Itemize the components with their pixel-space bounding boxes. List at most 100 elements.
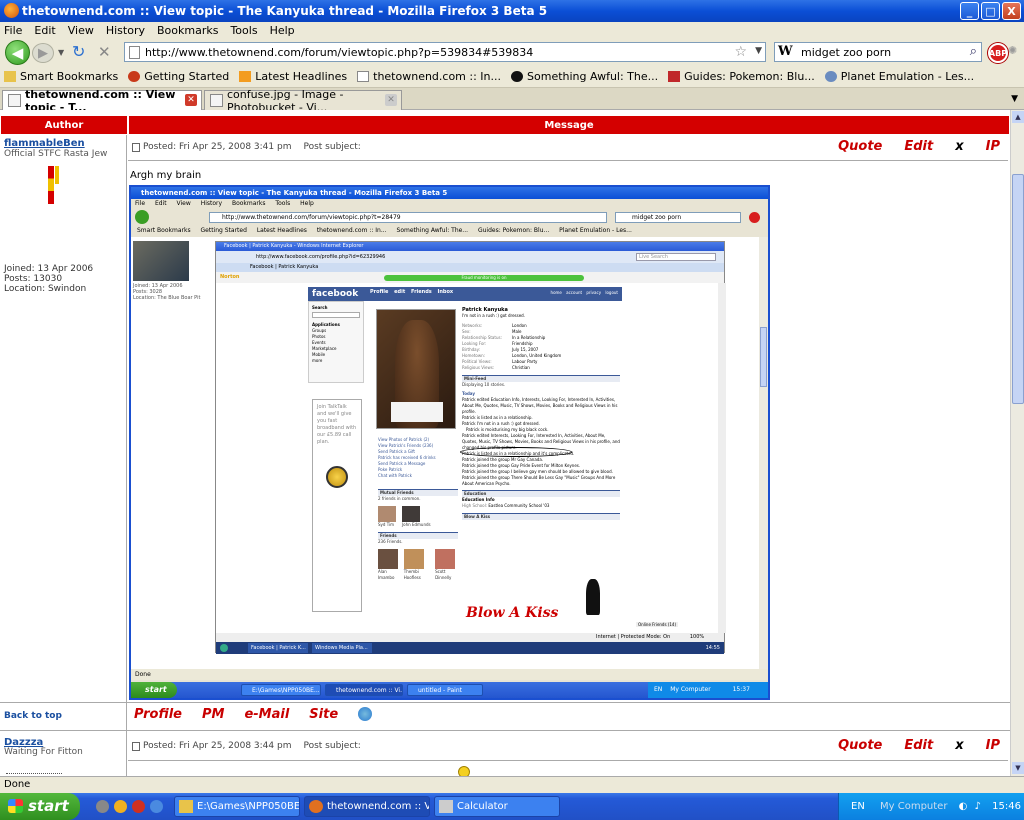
tab-photobucket[interactable]: confuse.jpg - Image - Photobucket - Vi..… xyxy=(204,88,402,114)
bookmark-planet-emulation[interactable]: Planet Emulation - Les... xyxy=(824,70,974,83)
quicklaunch-icon[interactable] xyxy=(132,800,145,813)
menu-tools[interactable]: Tools xyxy=(230,24,257,37)
firefox-icon xyxy=(4,3,19,18)
blow-a-kiss-logo: Blow A Kiss xyxy=(466,605,559,621)
url-bar[interactable]: http://www.thetownend.com/forum/viewtopi… xyxy=(124,42,766,62)
embedded-screenshot-image: thetownend.com :: View topic - The Kanyu… xyxy=(129,185,770,700)
forward-button[interactable]: ▶ xyxy=(32,43,54,63)
navigation-toolbar: ◀ ▶ ▼ ↻ ✕ http://www.thetownend.com/foru… xyxy=(0,38,1024,66)
post-icon xyxy=(132,741,140,751)
folder-icon xyxy=(4,71,16,82)
inner-scrollbar xyxy=(759,237,768,669)
inner-taskbar: start E:\Games\NPP050BE... thetownend.co… xyxy=(131,682,768,698)
inner-search: midget zoo porn xyxy=(615,212,741,223)
reload-icon[interactable]: ↻ xyxy=(72,42,85,61)
adblock-icon[interactable]: ABP xyxy=(988,43,1008,63)
menu-history[interactable]: History xyxy=(106,24,145,37)
ip-button[interactable]: IP xyxy=(986,738,1000,753)
search-input[interactable]: midget zoo porn xyxy=(801,46,891,59)
profile-button[interactable]: Profile xyxy=(134,707,182,722)
search-box[interactable]: W midget zoo porn ⌕ xyxy=(774,42,982,62)
delete-button[interactable]: x xyxy=(955,738,963,753)
inner-page: Joined: 13 Apr 2006 Posts: 3028 Location… xyxy=(131,237,759,669)
quote-button[interactable]: Quote xyxy=(838,738,882,753)
ie-scrollbar xyxy=(718,283,726,633)
post-author-location: Location: Swindon xyxy=(4,284,87,294)
bookmark-smart[interactable]: Smart Bookmarks xyxy=(4,70,118,83)
page-icon xyxy=(129,46,140,59)
msn-icon[interactable] xyxy=(358,707,373,721)
tab-close-icon[interactable]: ✕ xyxy=(185,94,197,106)
taskbar-item-calculator[interactable]: Calculator xyxy=(434,796,560,817)
url-dropdown-icon[interactable]: ▼ xyxy=(755,46,762,56)
page-icon xyxy=(357,71,370,82)
menu-bookmarks[interactable]: Bookmarks xyxy=(157,24,218,37)
globe-icon xyxy=(824,71,837,82)
image-icon xyxy=(210,94,223,107)
language-indicator[interactable]: EN xyxy=(851,801,865,812)
email-button[interactable]: e-Mail xyxy=(244,707,289,722)
back-to-top-link[interactable]: Back to top xyxy=(4,711,62,721)
firefox-icon xyxy=(309,800,323,813)
window-title-bar[interactable]: thetownend.com :: View topic - The Kanyu… xyxy=(0,0,1024,22)
post-header: Posted: Fri Apr 25, 2008 3:41 pm Post su… xyxy=(128,137,1010,157)
edit-button[interactable]: Edit xyxy=(904,738,933,753)
post-subject: Post subject: xyxy=(303,741,361,751)
bookmark-something-awful[interactable]: Something Awful: The... xyxy=(511,70,658,83)
bookmark-latest-headlines[interactable]: Latest Headlines xyxy=(239,70,347,83)
clock[interactable]: 15:46 xyxy=(992,801,1021,812)
minimize-button[interactable]: _ xyxy=(960,2,979,20)
maximize-button[interactable]: □ xyxy=(981,2,1000,20)
edit-button[interactable]: Edit xyxy=(904,139,933,154)
back-button[interactable]: ◀ xyxy=(5,40,30,65)
fb-ad: Join TalkTalk and we'll give you fast br… xyxy=(312,399,362,612)
quote-button[interactable]: Quote xyxy=(838,139,882,154)
bookmark-getting-started[interactable]: Getting Started xyxy=(128,70,229,83)
wikipedia-icon[interactable]: W xyxy=(778,44,793,59)
scroll-thumb[interactable] xyxy=(1012,174,1024,404)
network-icon[interactable]: ◐ xyxy=(959,801,968,812)
menu-help[interactable]: Help xyxy=(270,24,295,37)
highlight-circle xyxy=(460,447,572,457)
status-bar: Done xyxy=(0,776,1024,793)
tab-list-icon[interactable]: ▼ xyxy=(1011,94,1018,104)
menu-file[interactable]: File xyxy=(4,24,22,37)
close-button[interactable]: X xyxy=(1002,2,1021,20)
scroll-down-icon[interactable]: ▼ xyxy=(1012,762,1024,774)
menu-bar: File Edit View History Bookmarks Tools H… xyxy=(0,22,1024,38)
bookmark-guides-pokemon[interactable]: Guides: Pokemon: Blu... xyxy=(668,70,815,83)
tab-thetownend[interactable]: thetownend.com :: View topic - T... ✕ xyxy=(2,88,202,114)
bookmark-thetownend[interactable]: thetownend.com :: In... xyxy=(357,70,501,83)
windows-taskbar: start E:\Games\NPP050BE... thetownend.co… xyxy=(0,793,1024,820)
post-author-name[interactable]: flammableBen xyxy=(4,138,85,149)
silhouette-image xyxy=(586,579,600,615)
site-button[interactable]: Site xyxy=(309,707,338,722)
quicklaunch-icon[interactable] xyxy=(114,800,127,813)
history-dropdown-icon[interactable]: ▼ xyxy=(58,48,64,57)
start-button[interactable]: start xyxy=(0,793,80,820)
volume-icon[interactable]: ♪ xyxy=(975,801,981,812)
page-content: Author Message flammableBen Official STF… xyxy=(0,110,1010,776)
message-column-header: Message xyxy=(128,115,1010,135)
scroll-up-icon[interactable]: ▲ xyxy=(1012,111,1024,123)
bookmark-star-icon[interactable]: ☆ xyxy=(734,44,747,60)
page-scrollbar[interactable]: ▲ ▼ xyxy=(1010,110,1024,776)
menu-view[interactable]: View xyxy=(68,24,94,37)
quicklaunch-icon[interactable] xyxy=(150,800,163,813)
inner-bookmarks: Smart Bookmarks Getting Started Latest H… xyxy=(137,227,632,234)
tab-close-icon[interactable]: ✕ xyxy=(385,94,397,106)
search-icon[interactable]: ⌕ xyxy=(970,44,977,59)
tab-strip: thetownend.com :: View topic - T... ✕ co… xyxy=(0,88,1024,114)
ie-address-bar: http://www.facebook.com/profile.php?id=6… xyxy=(216,251,724,263)
taskbar-item-explorer[interactable]: E:\Games\NPP050BE... xyxy=(174,796,300,817)
ip-button[interactable]: IP xyxy=(986,139,1000,154)
taskbar-item-firefox[interactable]: thetownend.com :: Vi... xyxy=(304,796,430,817)
menu-edit[interactable]: Edit xyxy=(34,24,55,37)
post-author-rank: Official STFC Rasta Jew xyxy=(4,149,108,159)
stop-icon[interactable]: ✕ xyxy=(98,43,111,61)
pm-button[interactable]: PM xyxy=(202,707,224,722)
window-title: thetownend.com :: View topic - The Kanyu… xyxy=(22,4,548,18)
my-computer-label[interactable]: My Computer xyxy=(880,801,947,812)
quicklaunch-icon[interactable] xyxy=(96,800,109,813)
delete-button[interactable]: x xyxy=(955,139,963,154)
